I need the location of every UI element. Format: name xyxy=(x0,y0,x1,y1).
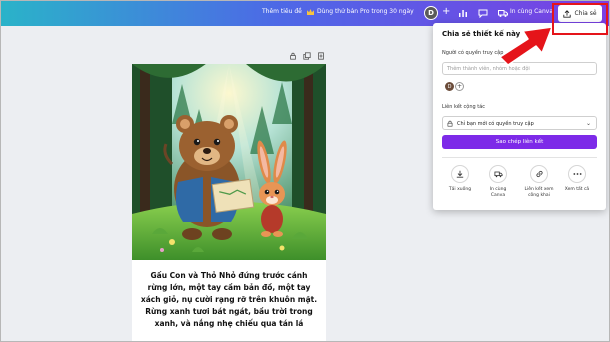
bear-rabbit-illustration[interactable] xyxy=(132,64,326,260)
avatar[interactable]: D xyxy=(424,6,438,20)
design-page[interactable]: Gấu Con và Thỏ Nhỏ đứng trước cánh rừng … xyxy=(132,64,326,341)
divider xyxy=(442,157,597,158)
add-title-button[interactable]: Thêm tiêu đề xyxy=(262,8,302,15)
link-access-value: Chỉ bạn mới có quyền truy cập xyxy=(457,121,534,127)
public-link-option[interactable]: Liên kết xem công khai xyxy=(522,165,556,199)
download-icon xyxy=(456,170,464,178)
see-all-option[interactable]: Xem tất cả xyxy=(562,165,592,193)
collab-link-label: Liên kết cộng tác xyxy=(442,104,486,110)
link-access-select[interactable]: Chỉ bạn mới có quyền truy cập ⌄ xyxy=(442,116,597,130)
comment-icon[interactable] xyxy=(478,8,488,18)
truck-icon[interactable] xyxy=(498,8,508,18)
add-page-icon[interactable] xyxy=(317,52,325,60)
add-member-icon[interactable]: + xyxy=(442,6,450,17)
download-option-label: Tải xuống xyxy=(448,187,472,192)
lock-icon[interactable] xyxy=(289,52,297,60)
app-window: Thêm tiêu đề Dùng thử bản Pro trong 30 n… xyxy=(0,0,610,342)
see-all-option-label: Xem tất cả xyxy=(564,187,590,192)
add-person-icon[interactable]: + xyxy=(455,82,464,91)
analytics-icon[interactable] xyxy=(458,8,468,18)
lock-icon xyxy=(447,120,453,127)
people-access-label: Người có quyền truy cập xyxy=(442,50,504,56)
member-avatar[interactable]: D xyxy=(445,82,454,91)
link-icon xyxy=(535,170,543,178)
duplicate-page-icon[interactable] xyxy=(303,52,311,60)
download-option[interactable]: Tải xuống xyxy=(445,165,475,193)
red-arrow-annotation xyxy=(499,26,553,66)
more-icon xyxy=(572,173,582,175)
public-link-option-label: Liên kết xem công khai xyxy=(524,187,554,198)
truck-icon xyxy=(494,171,502,178)
print-option[interactable]: In cùng Canva xyxy=(483,165,513,199)
crown-icon xyxy=(307,9,314,15)
pro-trial-button[interactable]: Dùng thử bản Pro trong 30 ngày xyxy=(317,8,414,15)
share-button-highlight xyxy=(552,3,608,35)
chevron-down-icon: ⌄ xyxy=(585,120,591,127)
copy-link-button[interactable]: Sao chép liên kết xyxy=(442,135,597,149)
page-caption[interactable]: Gấu Con và Thỏ Nhỏ đứng trước cánh rừng … xyxy=(140,270,318,330)
print-with-canva-button[interactable]: In cùng Canva xyxy=(510,8,553,15)
print-option-label: In cùng Canva xyxy=(489,187,507,198)
